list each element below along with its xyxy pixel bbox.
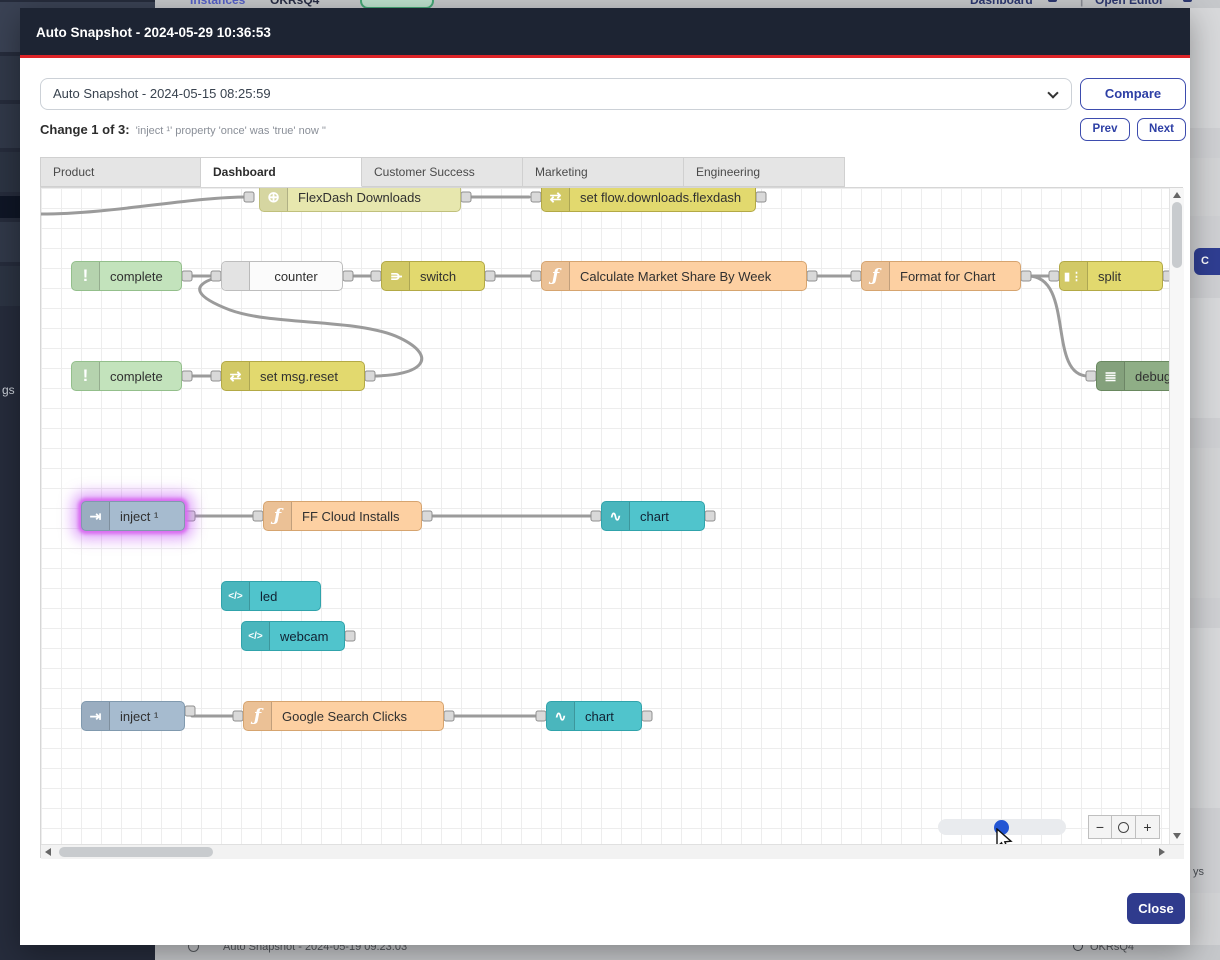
snapshot-name-fragment: Auto Snapshot - 2024-05-19 09:23:03 — [223, 945, 407, 953]
switch-icon — [382, 262, 410, 290]
sidebar-label-fragment: gs — [2, 383, 15, 397]
table-row — [1190, 298, 1220, 418]
instance-name-fragment: OKRsQ4 — [1090, 945, 1134, 953]
zoom-reset-icon — [1118, 822, 1129, 833]
flow-canvas-container: FlexDash Downloads set flow.downloads.fl… — [40, 187, 1183, 858]
vertical-scrollbar-thumb[interactable] — [1172, 202, 1182, 268]
next-change-button[interactable]: Next — [1137, 118, 1186, 141]
table-row — [1190, 448, 1220, 598]
chart-line-icon — [547, 702, 575, 730]
change-summary: Change 1 of 3: 'inject ¹' property 'once'… — [40, 122, 326, 137]
flow-node-switch[interactable]: switch — [381, 261, 485, 291]
table-row — [1190, 628, 1220, 808]
change-counter: Change 1 of 3: — [40, 122, 130, 137]
flow-tabs: Product Dashboard Customer Success Marke… — [40, 157, 845, 187]
zoom-button-group: − + — [1088, 815, 1160, 839]
table-row — [1190, 158, 1220, 216]
snapshot-compare-select[interactable]: Auto Snapshot - 2024-05-15 08:25:59 — [40, 78, 1072, 110]
chevron-down-icon — [1047, 87, 1058, 98]
flow-node-set-msg-reset[interactable]: set msg.reset — [221, 361, 365, 391]
function-icon — [264, 502, 292, 530]
breadcrumb-app-name: OKRsQ4 — [270, 0, 319, 7]
flow-node-google-search-clicks[interactable]: Google Search Clicks — [243, 701, 444, 731]
external-link-icon — [1048, 0, 1057, 2]
globe-icon — [260, 188, 288, 211]
nav-divider: | — [1080, 0, 1083, 7]
horizontal-scrollbar[interactable] — [41, 844, 1184, 859]
clock-icon — [188, 945, 199, 952]
flow-node-set-flow-downloads[interactable]: set flow.downloads.flexdash — [541, 188, 756, 212]
counter-icon — [222, 262, 250, 290]
code-icon — [222, 582, 250, 610]
flow-node-calculate-market-share[interactable]: Calculate Market Share By Week — [541, 261, 807, 291]
change-icon — [222, 362, 250, 390]
flow-node-debug[interactable]: debug — [1096, 361, 1169, 391]
scroll-left-arrow[interactable] — [45, 848, 51, 856]
flow-node-flexdash-downloads[interactable]: FlexDash Downloads — [259, 188, 461, 212]
scroll-up-arrow[interactable] — [1173, 192, 1181, 198]
instance-icon — [1073, 945, 1083, 951]
flow-node-complete-2[interactable]: complete — [71, 361, 182, 391]
scroll-right-arrow[interactable] — [1159, 848, 1165, 856]
dialog-header: Auto Snapshot - 2024-05-29 10:36:53 — [20, 8, 1190, 58]
flow-node-complete-1[interactable]: complete — [71, 261, 182, 291]
flow-canvas[interactable]: FlexDash Downloads set flow.downloads.fl… — [41, 188, 1169, 844]
flow-node-ff-cloud-installs[interactable]: FF Cloud Installs — [263, 501, 422, 531]
chart-line-icon — [602, 502, 630, 530]
exclamation-icon — [72, 262, 100, 290]
breadcrumb-instances: Instances — [190, 0, 245, 7]
tab-customer-success[interactable]: Customer Success — [362, 157, 523, 187]
flow-node-inject-2[interactable]: inject ¹ — [81, 701, 185, 731]
dashboard-link: Dashboard — [970, 0, 1033, 7]
status-badge — [360, 0, 434, 8]
exclamation-icon — [72, 362, 100, 390]
zoom-in-button[interactable]: + — [1136, 815, 1160, 839]
page-bottom-row: Auto Snapshot - 2024-05-19 09:23:03 OKRs… — [155, 945, 1220, 960]
flow-node-inject-highlighted[interactable]: inject ¹ — [81, 501, 185, 531]
prev-change-button[interactable]: Prev — [1080, 118, 1130, 141]
selected-snapshot: Auto Snapshot - 2024-05-15 08:25:59 — [53, 86, 271, 101]
scroll-down-arrow[interactable] — [1173, 833, 1181, 839]
flow-node-counter[interactable]: counter — [221, 261, 343, 291]
flow-node-format-for-chart[interactable]: Format for Chart — [861, 261, 1021, 291]
background-button-fragment: C — [1194, 248, 1220, 275]
page-top-nav: Instances OKRsQ4 Dashboard | Open Editor — [155, 0, 1220, 8]
tab-marketing[interactable]: Marketing — [523, 157, 684, 187]
horizontal-scrollbar-thumb[interactable] — [59, 847, 213, 857]
function-icon — [862, 262, 890, 290]
flow-node-led[interactable]: led — [221, 581, 321, 611]
open-editor-link: Open Editor — [1095, 0, 1164, 7]
tab-product[interactable]: Product — [40, 157, 201, 187]
external-link-icon — [1183, 0, 1192, 2]
function-icon — [244, 702, 272, 730]
flow-node-split[interactable]: split — [1059, 261, 1163, 291]
page-right-strip: C ys — [1190, 8, 1220, 945]
dialog-title: Auto Snapshot - 2024-05-29 10:36:53 — [36, 25, 271, 40]
flow-node-chart-1[interactable]: chart — [601, 501, 705, 531]
inject-icon — [82, 702, 110, 730]
vertical-scrollbar[interactable] — [1169, 188, 1184, 844]
mouse-cursor — [996, 828, 1014, 844]
tab-dashboard[interactable]: Dashboard — [201, 157, 362, 187]
table-row — [1190, 893, 1220, 945]
flow-node-chart-2[interactable]: chart — [546, 701, 642, 731]
tab-engineering[interactable]: Engineering — [684, 157, 845, 187]
code-icon — [242, 622, 270, 650]
text-fragment: ys — [1193, 866, 1204, 878]
close-button[interactable]: Close — [1127, 893, 1185, 924]
function-icon — [542, 262, 570, 290]
table-row — [1190, 8, 1220, 128]
zoom-out-button[interactable]: − — [1088, 815, 1112, 839]
debug-icon — [1097, 362, 1125, 390]
change-icon — [542, 188, 570, 211]
split-icon — [1060, 262, 1088, 290]
inject-icon — [82, 502, 110, 530]
zoom-reset-button[interactable] — [1112, 815, 1136, 839]
flow-node-webcam[interactable]: webcam — [241, 621, 345, 651]
change-detail: 'inject ¹' property 'once' was 'true' no… — [136, 125, 326, 137]
snapshot-dialog: Auto Snapshot - 2024-05-29 10:36:53 Auto… — [20, 8, 1190, 945]
compare-button[interactable]: Compare — [1080, 78, 1186, 110]
